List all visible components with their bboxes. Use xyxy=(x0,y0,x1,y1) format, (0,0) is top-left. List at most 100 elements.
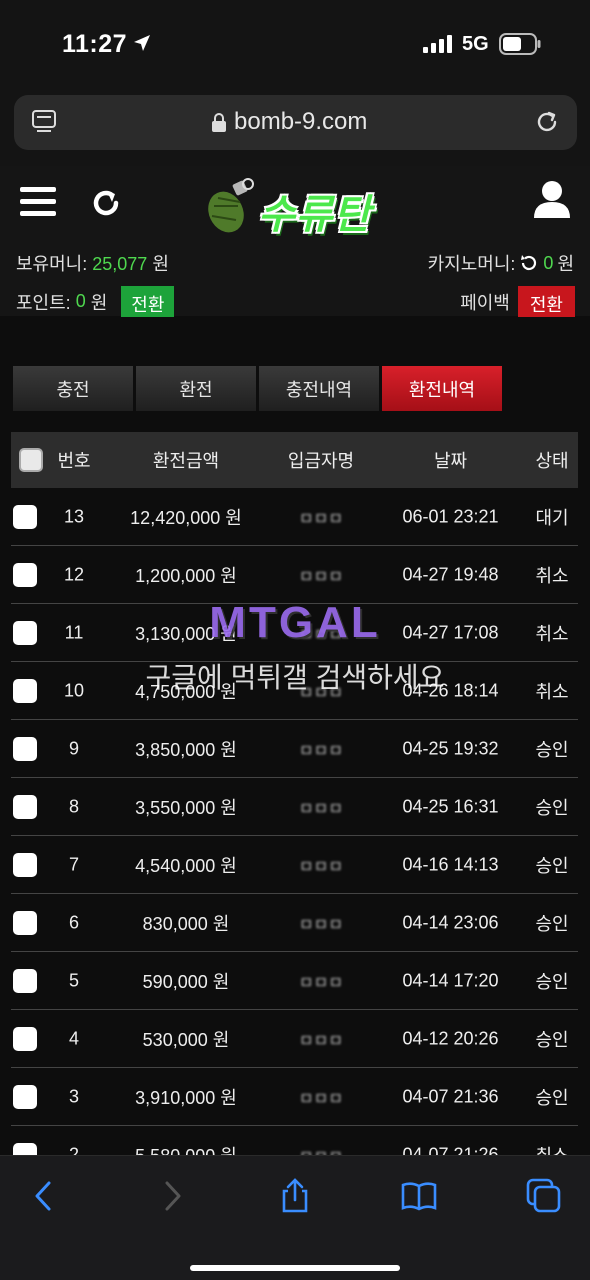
cell-date: 04-14 17:20 xyxy=(402,970,499,990)
lock-icon xyxy=(212,113,226,132)
row-checkbox[interactable] xyxy=(13,563,37,587)
bookmarks-icon[interactable] xyxy=(401,1178,437,1214)
user-profile-icon[interactable] xyxy=(534,180,570,218)
cell-status: 취소 xyxy=(535,623,569,644)
cell-name: ㅁㅁㅁ xyxy=(298,626,344,644)
point-convert-button[interactable]: 전환 xyxy=(121,286,175,317)
location-arrow-icon xyxy=(134,35,150,51)
cell-status: 취소 xyxy=(535,565,569,586)
cell-name: ㅁㅁㅁ xyxy=(298,800,344,818)
casino-refresh-icon[interactable] xyxy=(519,253,539,273)
casino-value: 0 xyxy=(543,252,554,273)
cell-no: 9 xyxy=(68,738,79,758)
cell-amount: 3,910,000 원 xyxy=(135,1087,237,1108)
point-label: 포인트: xyxy=(16,292,71,313)
row-checkbox[interactable] xyxy=(13,621,37,645)
logo-text: 수류탄 xyxy=(258,193,372,237)
table-row[interactable]: 4 530,000 원 ㅁㅁㅁ 04-12 20:26 승인 xyxy=(11,1010,578,1068)
tab-deposit-history[interactable]: 충전내역 xyxy=(259,366,379,411)
row-checkbox[interactable] xyxy=(13,505,37,529)
share-icon[interactable] xyxy=(277,1178,313,1214)
reload-icon[interactable] xyxy=(533,108,561,136)
cell-date: 04-25 19:32 xyxy=(402,738,499,758)
cell-status: 승인 xyxy=(535,971,569,992)
cell-no: 12 xyxy=(63,564,85,584)
table-row[interactable]: 7 4,540,000 원 ㅁㅁㅁ 04-16 14:13 승인 xyxy=(11,836,578,894)
cell-amount: 4,540,000 원 xyxy=(135,855,237,876)
browser-address-area: bomb-9.com xyxy=(0,90,590,166)
table-row[interactable]: 8 3,550,000 원 ㅁㅁㅁ 04-25 16:31 승인 xyxy=(11,778,578,836)
payback-label: 페이백 xyxy=(460,292,510,313)
cell-amount: 12,420,000 원 xyxy=(130,507,242,528)
cell-amount: 3,130,000 원 xyxy=(135,623,237,644)
tab-bar: 충전 환전 충전내역 환전내역 xyxy=(13,366,502,411)
row-checkbox[interactable] xyxy=(13,969,37,993)
back-icon[interactable] xyxy=(26,1178,62,1214)
url-text[interactable]: bomb-9.com xyxy=(234,108,367,136)
cell-status: 승인 xyxy=(535,739,569,760)
forward-icon[interactable] xyxy=(154,1178,190,1214)
cell-name: ㅁㅁㅁ xyxy=(298,568,344,586)
table-header: 번호 환전금액 입금자명 날짜 상태 xyxy=(11,432,578,488)
withdraw-history-table: 번호 환전금액 입금자명 날짜 상태 13 12,420,000 원 ㅁㅁㅁ 06-0… xyxy=(11,432,578,1184)
refresh-icon[interactable] xyxy=(89,186,123,220)
cell-name: ㅁㅁㅁ xyxy=(298,1032,344,1050)
table-row[interactable]: 3 3,910,000 원 ㅁㅁㅁ 04-07 21:36 승인 xyxy=(11,1068,578,1126)
row-checkbox[interactable] xyxy=(13,795,37,819)
site-logo[interactable]: 수류탄 xyxy=(204,176,390,237)
table-row[interactable]: 10 4,750,000 원 ㅁㅁㅁ 04-26 18:14 취소 xyxy=(11,662,578,720)
row-checkbox[interactable] xyxy=(13,1085,37,1109)
tabs-icon[interactable] xyxy=(526,1178,562,1214)
row-checkbox[interactable] xyxy=(13,1027,37,1051)
select-all-checkbox[interactable] xyxy=(19,448,43,472)
row-checkbox[interactable] xyxy=(13,911,37,935)
tab-withdraw-history[interactable]: 환전내역 xyxy=(382,366,502,411)
casino-label: 카지노머니: xyxy=(427,254,516,274)
row-checkbox[interactable] xyxy=(13,853,37,877)
cell-name: ㅁㅁㅁ xyxy=(298,742,344,760)
network-type: 5G xyxy=(462,33,489,55)
point-row: 포인트: 0 원 전환 xyxy=(16,286,175,317)
cell-date: 04-27 19:48 xyxy=(402,564,499,584)
cell-status: 승인 xyxy=(535,913,569,934)
cell-no: 4 xyxy=(68,1028,79,1048)
hamburger-menu-icon[interactable] xyxy=(20,186,56,218)
point-unit: 원 xyxy=(90,292,108,313)
payback-convert-button[interactable]: 전환 xyxy=(517,286,575,317)
battery-icon xyxy=(499,33,541,55)
table-row[interactable]: 12 1,200,000 원 ㅁㅁㅁ 04-27 19:48 취소 xyxy=(11,546,578,604)
cell-amount: 1,200,000 원 xyxy=(135,565,237,586)
cell-no: 5 xyxy=(68,970,79,990)
money-unit: 원 xyxy=(152,254,169,274)
header-amount: 환전금액 xyxy=(152,451,220,471)
point-value: 0 xyxy=(75,291,86,311)
cell-no: 6 xyxy=(68,912,79,932)
cell-status: 승인 xyxy=(535,797,569,818)
address-bar[interactable]: bomb-9.com xyxy=(14,95,577,150)
money-label: 보유머니: xyxy=(16,254,88,274)
cell-date: 04-12 20:26 xyxy=(402,1028,499,1048)
table-row[interactable]: 13 12,420,000 원 ㅁㅁㅁ 06-01 23:21 대기 xyxy=(11,488,578,546)
balance-row: 보유머니: 25,077 원 xyxy=(16,250,169,276)
table-body: 13 12,420,000 원 ㅁㅁㅁ 06-01 23:21 대기 12 1,200,00… xyxy=(11,488,578,1184)
cell-name: ㅁㅁㅁ xyxy=(298,916,344,934)
grenade-icon xyxy=(208,178,254,233)
table-row[interactable]: 5 590,000 원 ㅁㅁㅁ 04-14 17:20 승인 xyxy=(11,952,578,1010)
tab-withdraw[interactable]: 환전 xyxy=(136,366,256,411)
row-checkbox[interactable] xyxy=(13,737,37,761)
page-menu-icon[interactable] xyxy=(30,108,58,136)
cell-date: 04-26 18:14 xyxy=(402,680,499,700)
table-row[interactable]: 9 3,850,000 원 ㅁㅁㅁ 04-25 19:32 승인 xyxy=(11,720,578,778)
cell-date: 04-25 16:31 xyxy=(402,796,499,816)
cell-amount: 530,000 원 xyxy=(142,1029,230,1050)
tab-deposit[interactable]: 충전 xyxy=(13,366,133,411)
table-row[interactable]: 6 830,000 원 ㅁㅁㅁ 04-14 23:06 승인 xyxy=(11,894,578,952)
row-checkbox[interactable] xyxy=(13,679,37,703)
site-header: 수류탄 보유머니: 25,077 원 카지노머니: 0 원 포인트: 0 원 전… xyxy=(0,166,590,317)
cell-amount: 4,750,000 원 xyxy=(135,681,237,702)
table-row[interactable]: 11 3,130,000 원 ㅁㅁㅁ 04-27 17:08 취소 xyxy=(11,604,578,662)
cell-date: 06-01 23:21 xyxy=(402,506,499,526)
money-value: 25,077 xyxy=(92,254,148,274)
cell-amount: 590,000 원 xyxy=(142,971,230,992)
casino-balance-row: 카지노머니: 0 원 xyxy=(428,250,574,276)
